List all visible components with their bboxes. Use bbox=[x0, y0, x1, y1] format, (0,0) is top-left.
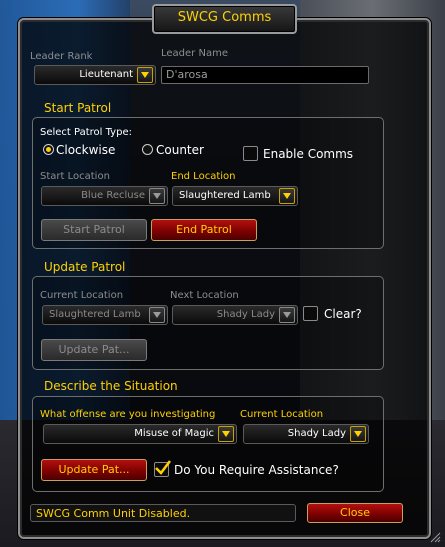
leader-rank-value: Lieutenant bbox=[79, 69, 133, 80]
checkmark-icon bbox=[155, 460, 171, 475]
enable-comms-label: Enable Comms bbox=[263, 147, 354, 161]
next-location-value: Shady Lady bbox=[216, 309, 275, 320]
offense-value: Misuse of Magic bbox=[134, 428, 214, 439]
update-current-location-label: Current Location bbox=[40, 290, 124, 301]
update-current-location-dropdown[interactable]: Slaughtered Lamb bbox=[42, 305, 168, 325]
start-location-dropdown[interactable]: Blue Recluse bbox=[41, 186, 168, 206]
end-location-value: Slaughtered Lamb bbox=[179, 190, 271, 201]
situation-update-button[interactable]: Update Pat... bbox=[41, 459, 147, 481]
situation-current-location-label: Current Location bbox=[240, 409, 324, 420]
start-location-label: Start Location bbox=[40, 171, 110, 182]
offense-dropdown[interactable]: Misuse of Magic bbox=[43, 424, 237, 444]
update-patrol-header: Update Patrol bbox=[44, 260, 126, 274]
situation-location-value: Shady Lady bbox=[287, 428, 346, 439]
next-location-label: Next Location bbox=[170, 290, 239, 301]
assistance-label: Do You Require Assistance? bbox=[174, 463, 339, 477]
next-location-dropdown[interactable]: Shady Lady bbox=[172, 305, 298, 325]
leader-rank-dropdown[interactable]: Lieutenant bbox=[34, 65, 156, 85]
offense-label: What offense are you investigating bbox=[40, 409, 216, 420]
patrol-type-label: Select Patrol Type: bbox=[40, 127, 132, 138]
start-patrol-button[interactable]: Start Patrol bbox=[41, 219, 147, 241]
close-button[interactable]: Close bbox=[307, 503, 403, 523]
update-current-location-value: Slaughtered Lamb bbox=[49, 309, 141, 320]
leader-name-label: Leader Name bbox=[161, 48, 228, 59]
dropdown-arrow-icon[interactable] bbox=[350, 426, 366, 442]
end-patrol-button[interactable]: End Patrol bbox=[151, 219, 257, 241]
end-location-dropdown[interactable]: Slaughtered Lamb bbox=[172, 186, 298, 206]
situation-header: Describe the Situation bbox=[44, 379, 178, 393]
clear-checkbox[interactable] bbox=[303, 306, 318, 321]
counter-radio[interactable] bbox=[142, 144, 153, 155]
dropdown-arrow-icon[interactable] bbox=[149, 307, 165, 323]
dropdown-arrow-icon[interactable] bbox=[279, 307, 295, 323]
start-location-value: Blue Recluse bbox=[81, 190, 145, 201]
enable-comms-checkbox[interactable] bbox=[243, 146, 258, 161]
end-location-label: End Location bbox=[171, 171, 236, 182]
update-patrol-button[interactable]: Update Pat... bbox=[41, 339, 147, 361]
assistance-checkbox[interactable] bbox=[154, 460, 171, 477]
window-title[interactable]: SWCG Comms bbox=[152, 4, 297, 34]
situation-location-dropdown[interactable]: Shady Lady bbox=[243, 424, 369, 444]
dropdown-arrow-icon[interactable] bbox=[137, 67, 153, 83]
leader-rank-label: Leader Rank bbox=[30, 51, 93, 62]
dropdown-arrow-icon[interactable] bbox=[218, 426, 234, 442]
resize-grip-icon[interactable] bbox=[429, 531, 441, 543]
start-patrol-header: Start Patrol bbox=[44, 101, 112, 115]
leader-name-field[interactable]: D'arosa bbox=[161, 66, 369, 84]
dropdown-arrow-icon[interactable] bbox=[279, 188, 295, 204]
clockwise-label: Clockwise bbox=[56, 143, 116, 157]
status-bar: SWCG Comm Unit Disabled. bbox=[30, 504, 296, 522]
clear-label: Clear? bbox=[324, 307, 362, 321]
counter-label: Counter bbox=[156, 143, 204, 157]
clockwise-radio[interactable] bbox=[43, 144, 54, 155]
dropdown-arrow-icon[interactable] bbox=[149, 188, 165, 204]
